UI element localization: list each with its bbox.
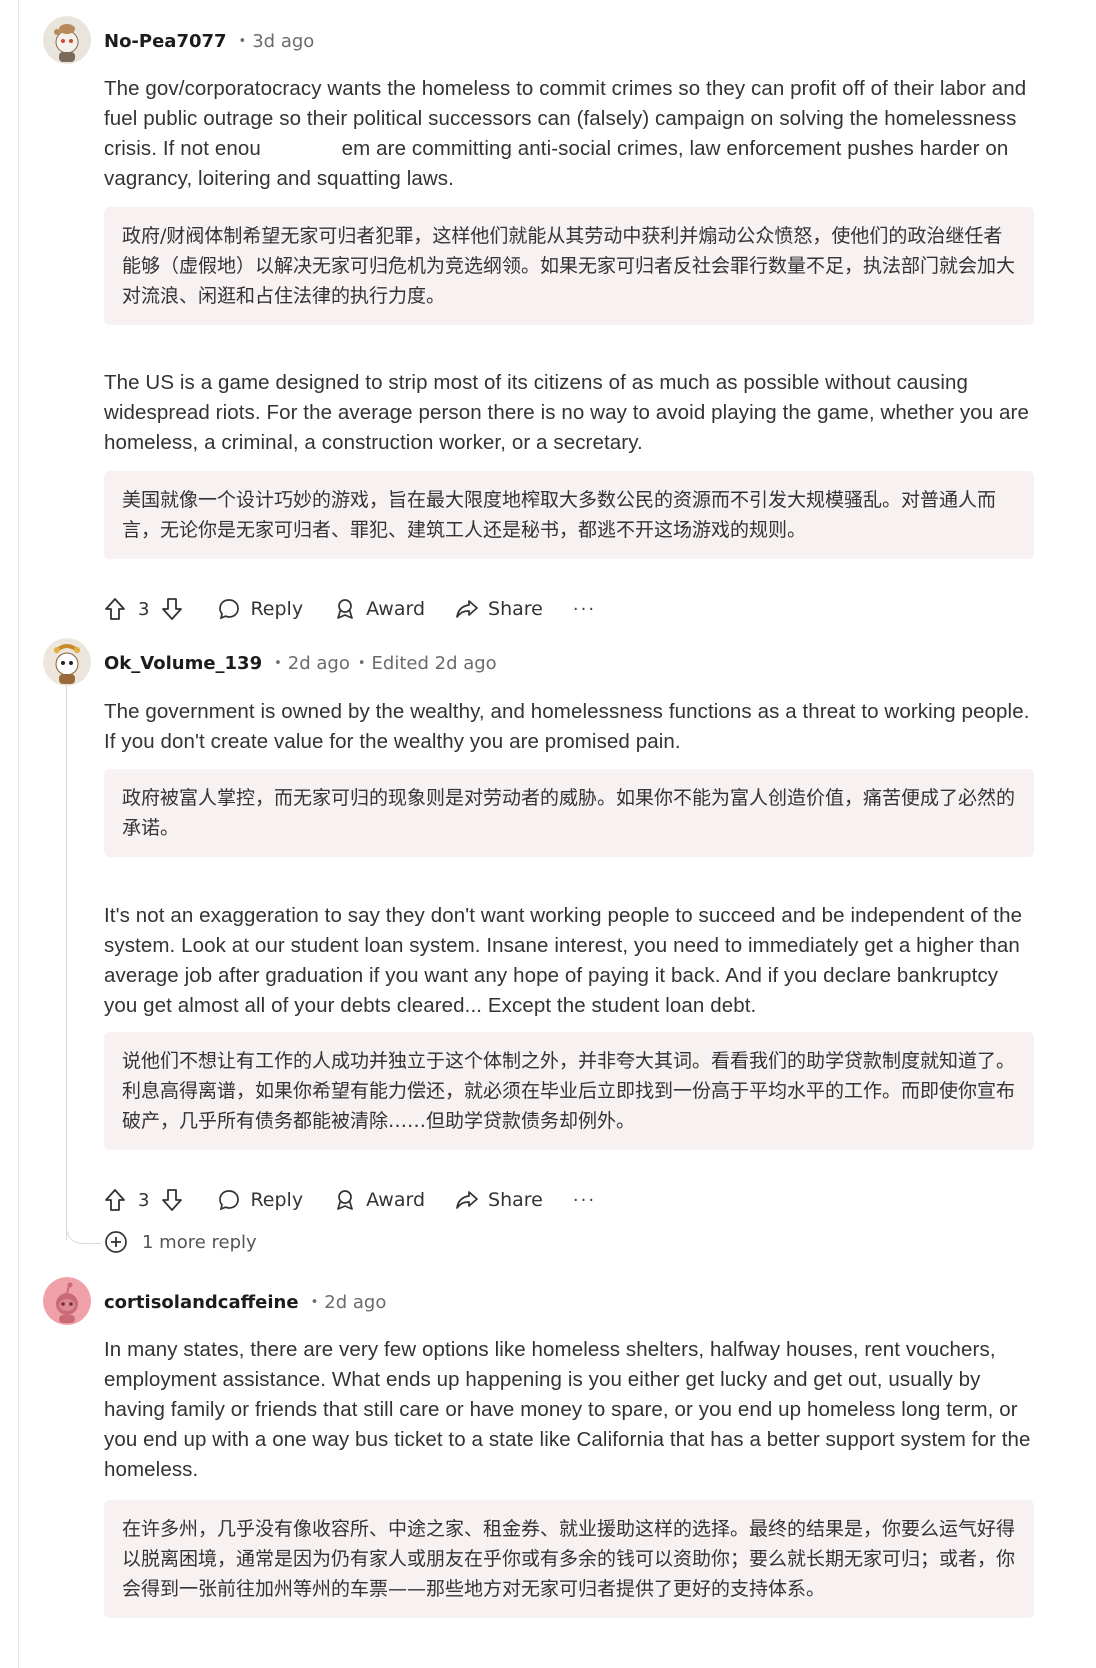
translation-block: 在许多州，几乎没有像收容所、中途之家、租金券、就业援助这样的选择。最终的结果是，…: [104, 1500, 1034, 1618]
award-icon: [337, 1190, 353, 1210]
timestamp[interactable]: 3d ago: [252, 31, 314, 52]
comment-meta: Ok_Volume_139 • 2d ago • Edited 2d ago: [104, 648, 497, 678]
username[interactable]: cortisolandcaffeine: [104, 1292, 299, 1313]
award-label: Award: [366, 1189, 426, 1211]
username[interactable]: No-Pea7077: [104, 31, 227, 52]
comment-paragraph: In many states, there are very few optio…: [104, 1338, 1031, 1481]
snoo-avatar-icon: [43, 16, 91, 64]
award-label: Award: [366, 598, 426, 620]
downvote-icon[interactable]: [161, 1188, 183, 1212]
comment-meta: cortisolandcaffeine • 2d ago: [104, 1287, 386, 1317]
comment-meta: No-Pea7077 • 3d ago: [104, 26, 314, 56]
thread-rail-nested: [66, 680, 67, 1240]
award-button[interactable]: Award: [333, 1188, 425, 1212]
share-label: Share: [488, 1189, 543, 1211]
translation-block: 说他们不想让有工作的人成功并独立于这个体制之外，并非夸大其词。看看我们的助学贷款…: [104, 1032, 1034, 1150]
translation-block: 美国就像一个设计巧妙的游戏，旨在最大限度地榨取大多数公民的资源而不引发大规模骚乱…: [104, 471, 1034, 559]
more-options-button[interactable]: ···: [573, 599, 596, 620]
vote-count: 3: [138, 1189, 150, 1211]
plus-circle-icon: [105, 1231, 127, 1253]
vote-group: 3: [104, 597, 183, 621]
downvote-icon[interactable]: [161, 597, 183, 621]
share-button[interactable]: Share: [455, 1188, 543, 1212]
snoo-avatar-icon: [43, 1277, 91, 1325]
upvote-icon[interactable]: [104, 597, 126, 621]
more-replies-button[interactable]: 1 more reply: [104, 1230, 257, 1254]
edited-label: Edited 2d ago: [371, 652, 497, 674]
timestamp[interactable]: 2d ago: [288, 653, 350, 674]
comment-paragraph: The gov/corporatocracy wants the homeles…: [104, 74, 1034, 194]
comment-paragraph: It's not an exaggeration to say they don…: [104, 904, 1023, 1017]
avatar[interactable]: [43, 1277, 91, 1325]
thread-rail: [18, 0, 19, 1668]
award-button[interactable]: Award: [333, 597, 425, 621]
comment-paragraph: The government is owned by the wealthy, …: [104, 700, 1030, 753]
comment-actions: 3 Reply Award Share ···: [104, 1182, 596, 1218]
comment-bubble-icon: [219, 1190, 240, 1211]
reply-button[interactable]: Reply: [217, 1188, 303, 1212]
comment-actions: 3 Reply Award Share ···: [104, 591, 596, 627]
separator-dot: •: [238, 33, 247, 49]
more-options-button[interactable]: ···: [573, 1190, 596, 1211]
award-icon: [337, 599, 353, 619]
share-label: Share: [488, 598, 543, 620]
thread-connector: [66, 1215, 101, 1244]
more-replies-label: 1 more reply: [142, 1231, 257, 1253]
separator-dot: •: [310, 1294, 319, 1310]
translation-block: 政府被富人掌控，而无家可归的现象则是对劳动者的威胁。如果你不能为富人创造价值，痛…: [104, 769, 1034, 857]
username[interactable]: Ok_Volume_139: [104, 653, 262, 674]
share-icon: [456, 1191, 478, 1209]
timestamp[interactable]: 2d ago: [324, 1292, 386, 1313]
upvote-icon[interactable]: [104, 1188, 126, 1212]
vote-count: 3: [138, 598, 150, 620]
vote-group: 3: [104, 1188, 183, 1212]
comment-paragraph: The US is a game designed to strip most …: [104, 371, 1029, 454]
reply-button[interactable]: Reply: [217, 597, 303, 621]
translation-block: 政府/财阀体制希望无家可归者犯罪，这样他们就能从其劳动中获利并煽动公众愤怒，使他…: [104, 207, 1034, 325]
separator-dot: •: [274, 655, 282, 671]
share-button[interactable]: Share: [455, 597, 543, 621]
snoo-avatar-icon: [43, 638, 91, 686]
reply-label: Reply: [250, 598, 304, 620]
avatar[interactable]: [43, 638, 91, 686]
avatar[interactable]: [43, 16, 91, 64]
reply-label: Reply: [250, 1189, 304, 1211]
comment-bubble-icon: [219, 599, 240, 620]
share-icon: [456, 600, 478, 618]
separator-dot: •: [357, 655, 366, 671]
redaction: [260, 138, 336, 161]
